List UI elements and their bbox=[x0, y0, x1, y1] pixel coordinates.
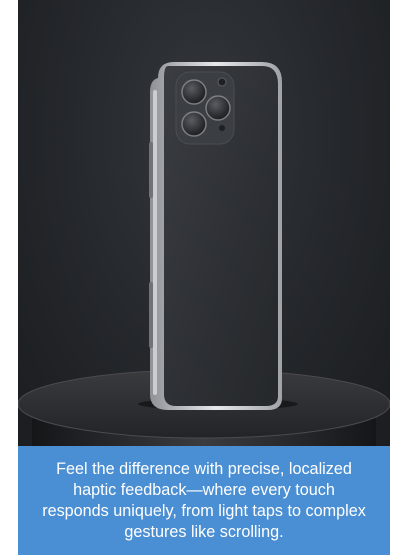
volume-button bbox=[149, 142, 153, 198]
product-photo bbox=[18, 0, 390, 446]
side-button bbox=[149, 282, 153, 348]
phone bbox=[149, 62, 282, 410]
page-margin bbox=[390, 0, 409, 555]
image-card: Feel the difference with precise, locali… bbox=[18, 0, 390, 555]
caption-text: Feel the difference with precise, locali… bbox=[42, 459, 366, 541]
camera-module bbox=[175, 71, 235, 145]
phone-illustration bbox=[18, 62, 390, 446]
caption-panel: Feel the difference with precise, locali… bbox=[18, 446, 390, 555]
